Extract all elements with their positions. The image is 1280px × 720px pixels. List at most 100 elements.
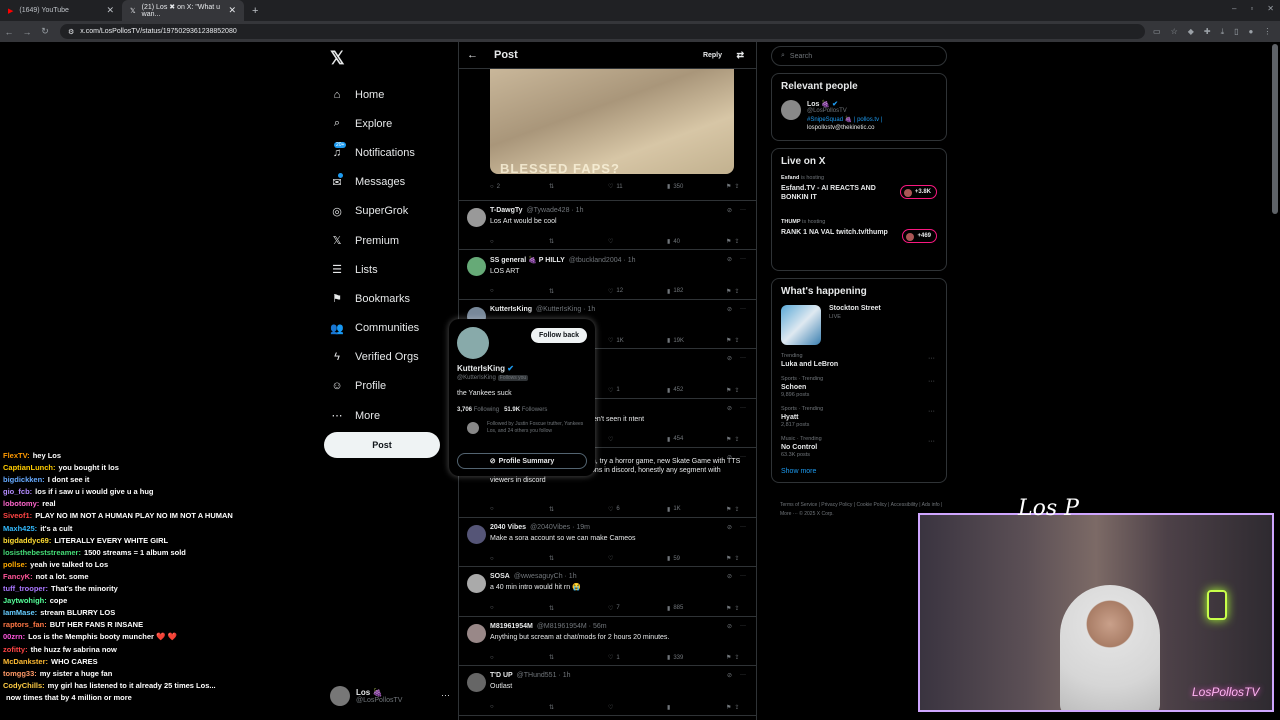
grok-icon[interactable]: ⊘ xyxy=(727,672,732,679)
bookmark-icon[interactable]: ⚑ xyxy=(726,288,731,295)
nav-home[interactable]: ⌂ Home xyxy=(324,80,454,109)
bookmark-icon[interactable]: ⚑ xyxy=(726,506,731,513)
nav-premium[interactable]: 𝕏 Premium xyxy=(324,226,454,255)
hovercard-name[interactable]: KutterIsKing ✔ xyxy=(457,364,514,373)
star-icon[interactable]: ☆ xyxy=(1171,27,1178,37)
avatar[interactable] xyxy=(467,574,486,594)
views-action[interactable]: ▮ 59 xyxy=(667,555,687,563)
bookmark-icon[interactable]: ⚑ xyxy=(726,387,731,394)
bookmark-icon[interactable]: ⚑ xyxy=(726,436,731,443)
like-action[interactable]: ♡ xyxy=(608,436,628,443)
forward-icon[interactable]: → xyxy=(18,27,36,37)
scrollbar[interactable] xyxy=(1272,44,1278,214)
nav-verified-orgs[interactable]: ϟ Verified Orgs xyxy=(324,343,454,372)
chat-username[interactable]: lobotomy: xyxy=(3,499,39,508)
chat-username[interactable]: CodyChills: xyxy=(3,681,45,690)
like-action[interactable]: ♡ xyxy=(608,555,628,562)
back-arrow-icon[interactable]: ← xyxy=(467,49,478,61)
share-icon[interactable]: ⇪ xyxy=(734,506,739,513)
views-action[interactable]: ▮ xyxy=(667,704,687,711)
more-icon[interactable]: ··· xyxy=(740,405,746,412)
reply-action[interactable]: ○ xyxy=(490,288,510,295)
search-input[interactable]: ⌕ Search xyxy=(771,46,947,66)
chat-username[interactable]: tomgg33: xyxy=(3,669,37,678)
follow-back-button[interactable]: Follow back xyxy=(530,328,587,343)
share-icon[interactable]: ⇪ xyxy=(734,654,739,661)
trend-item[interactable]: Music · Trending No Control 63.3K posts ··· xyxy=(781,436,937,458)
chat-username[interactable]: raptors_fan: xyxy=(3,620,47,629)
like-action[interactable]: ♡ 12 xyxy=(608,288,628,295)
repost-action[interactable]: ⇅ xyxy=(549,704,569,711)
repost-action[interactable]: ⇅ xyxy=(549,605,569,612)
reply-action[interactable]: ○ xyxy=(490,704,510,711)
chat-username[interactable]: FlexTV: xyxy=(3,451,30,460)
share-icon[interactable]: ⇪ xyxy=(734,337,739,344)
trend-item[interactable]: Sports · Trending Hyatt 2,817 posts ··· xyxy=(781,406,937,428)
reply-action[interactable]: ○ xyxy=(490,555,510,562)
account-switcher[interactable]: Los 🍇 @LosPollosTV ··· xyxy=(330,686,450,706)
views-action[interactable]: ▮ 40 xyxy=(667,238,687,246)
profile-summary-button[interactable]: ⊘ Profile Summary xyxy=(457,453,587,469)
post-image[interactable]: BLESSED FAPS? xyxy=(490,69,734,174)
more-icon[interactable]: ··· xyxy=(740,306,746,313)
browser-tab-youtube[interactable]: ▶ (1649) YouTube ✕ xyxy=(0,0,122,21)
relevant-person[interactable]: Los 🍇 ✔ @LosPollosTV #SnipeSquad 🍇 | pol… xyxy=(781,100,937,133)
more-icon[interactable]: ··· xyxy=(740,256,746,263)
repost-action[interactable]: ⇅ xyxy=(549,555,569,562)
share-icon[interactable]: ⇪ xyxy=(734,238,739,245)
grok-icon[interactable]: ⊘ xyxy=(727,256,732,263)
new-tab-button[interactable]: + xyxy=(244,0,266,21)
reply-post[interactable]: SOSA @wwesaguyCh · 1h a 40 min intro would… xyxy=(459,567,756,617)
share-icon[interactable]: ⇪ xyxy=(734,288,739,295)
sidebar-icon[interactable]: ▯ xyxy=(1234,27,1238,37)
more-icon[interactable]: ··· xyxy=(740,454,746,461)
live-item[interactable]: Esfand is hosting Esfand.TV - AI REACTS … xyxy=(781,175,937,219)
live-count-pill[interactable]: +3.8K xyxy=(899,184,937,199)
like-action[interactable]: ♡ 7 xyxy=(608,605,628,612)
nav-messages[interactable]: ✉ Messages xyxy=(324,168,454,197)
repost-action[interactable]: ⇅ xyxy=(549,288,569,295)
reply-action[interactable]: ○ xyxy=(490,506,510,513)
chat-username[interactable]: Siveof1: xyxy=(3,511,32,520)
like-action[interactable]: ♡ 1 xyxy=(608,654,628,662)
live-count-pill[interactable]: +469 xyxy=(902,228,937,243)
reply-author[interactable]: 2040 Vibes xyxy=(490,524,526,531)
more-icon[interactable]: ··· xyxy=(740,623,746,630)
views-action[interactable]: ▮ 1K xyxy=(667,506,687,513)
chat-username[interactable]: bigdickken: xyxy=(3,475,45,484)
more-icon[interactable]: ··· xyxy=(740,207,746,214)
views-action[interactable]: ▮ 452 xyxy=(667,387,687,394)
share-icon[interactable]: ⇪ xyxy=(734,183,739,190)
reply-action[interactable]: ○ xyxy=(490,238,510,245)
more-icon[interactable]: ··· xyxy=(740,355,746,362)
avatar[interactable] xyxy=(467,257,486,277)
profile-icon[interactable]: ● xyxy=(1249,27,1254,37)
like-action[interactable]: ♡ 11 xyxy=(608,183,628,191)
featured-event[interactable]: Stockton Street LIVE xyxy=(781,304,937,345)
extension-icon[interactable]: ◆ xyxy=(1188,27,1194,37)
url-field[interactable]: ⚙ x.com/LosPollosTV/status/19750293612388… xyxy=(60,24,1145,39)
views-action[interactable]: ▮ 885 xyxy=(667,605,687,612)
following-count[interactable]: 3,706 xyxy=(457,407,472,413)
reply-author[interactable]: T-DawgTy xyxy=(490,207,523,214)
close-tab-icon[interactable]: ✕ xyxy=(106,5,114,16)
close-tab-icon[interactable]: ✕ xyxy=(228,5,236,16)
reply-author[interactable]: SOSA xyxy=(490,573,510,580)
chat-username[interactable]: 00zrn: xyxy=(3,632,25,641)
avatar[interactable] xyxy=(467,524,486,544)
like-action[interactable]: ♡ 1K xyxy=(608,337,628,345)
x-logo-icon[interactable]: 𝕏 xyxy=(330,48,454,70)
chat-username[interactable]: tuff_trooper: xyxy=(3,584,48,593)
bookmark-icon[interactable]: ⚑ xyxy=(726,704,731,711)
nav-profile[interactable]: ☺ Profile xyxy=(324,372,454,401)
reply-post[interactable]: M81961954M @M81961954M · 56m Anything but … xyxy=(459,617,756,667)
bio-tags[interactable]: #SnipeSquad 🍇 | pollos.tv | xyxy=(807,117,882,123)
more-icon[interactable]: ··· xyxy=(740,573,746,580)
chat-username[interactable]: gio_fcb: xyxy=(3,487,32,496)
nav-lists[interactable]: ☰ Lists xyxy=(324,255,454,284)
download-icon[interactable]: ⤓ xyxy=(1221,27,1225,37)
chat-username[interactable]: pollse: xyxy=(3,560,27,569)
more-icon[interactable]: ··· xyxy=(441,690,450,700)
repost-action[interactable]: ⇅ xyxy=(549,654,569,661)
show-more-link[interactable]: Show more xyxy=(781,468,937,475)
